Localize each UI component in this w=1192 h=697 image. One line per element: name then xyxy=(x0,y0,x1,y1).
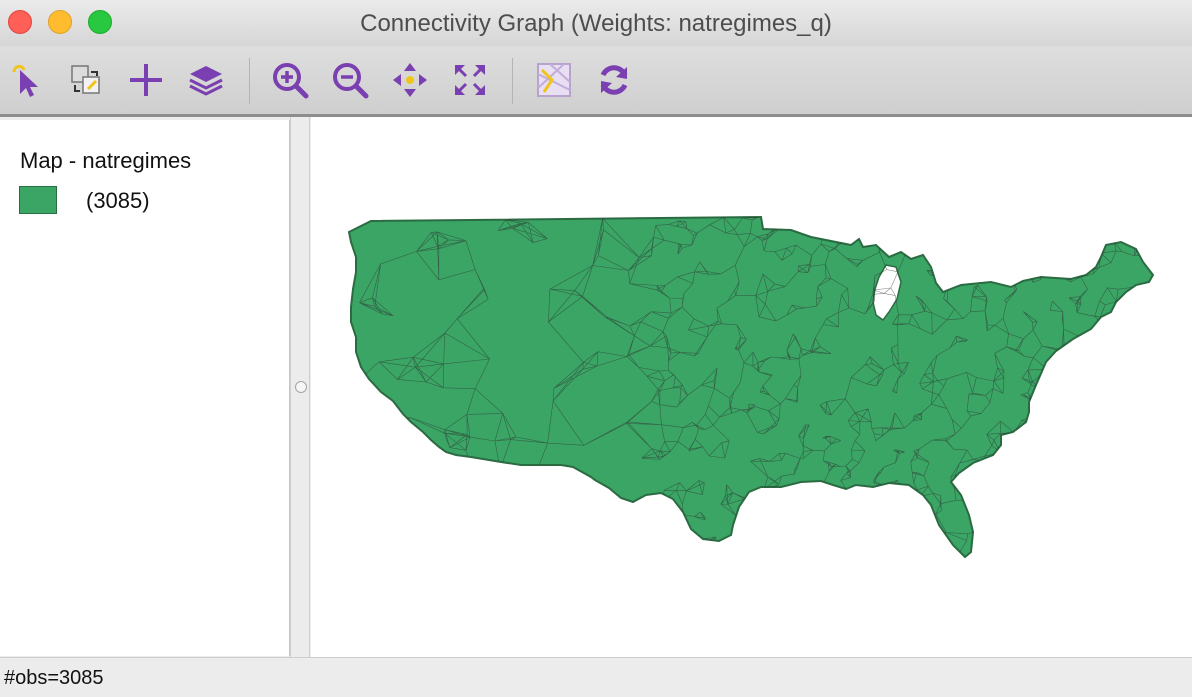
layers-button[interactable] xyxy=(184,58,228,102)
title-bar: Connectivity Graph (Weights: natregimes_… xyxy=(0,0,1192,46)
window-title: Connectivity Graph (Weights: natregimes_… xyxy=(360,10,832,37)
legend-panel: Map - natregimes (3085) xyxy=(0,120,290,656)
layers-icon xyxy=(189,66,223,96)
toolbar xyxy=(0,46,1192,115)
selection-mode-button[interactable] xyxy=(64,58,108,102)
legend-item-label: (3085) xyxy=(86,188,150,213)
status-bar: #obs=3085 xyxy=(0,657,1192,697)
toolbar-separator xyxy=(512,58,513,104)
basemap-icon xyxy=(537,63,571,97)
zoom-out-button[interactable] xyxy=(328,58,372,102)
map-canvas[interactable] xyxy=(311,117,1192,657)
zoom-out-icon xyxy=(333,63,369,99)
full-extent-icon xyxy=(455,65,485,95)
legend-swatch[interactable] xyxy=(19,186,57,214)
basemap-button[interactable] xyxy=(532,58,576,102)
select-tool-button[interactable] xyxy=(6,58,50,102)
refresh-button[interactable] xyxy=(592,58,636,102)
legend-title: Map - natregimes xyxy=(20,148,192,173)
select-arrow-icon xyxy=(12,64,38,97)
obs-count: #obs=3085 xyxy=(4,667,104,689)
splitter-handle[interactable] xyxy=(295,381,307,393)
pan-button[interactable] xyxy=(388,58,432,102)
plus-icon xyxy=(130,64,162,96)
connectivity-map[interactable] xyxy=(311,117,1192,657)
toolbar-separator xyxy=(249,58,250,104)
us-counties-shape xyxy=(347,215,1155,559)
zoom-in-icon xyxy=(273,63,309,99)
panel-splitter[interactable] xyxy=(290,117,310,657)
selection-mode-icon xyxy=(71,65,100,94)
add-button[interactable] xyxy=(124,58,168,102)
full-extent-button[interactable] xyxy=(448,58,492,102)
pan-icon xyxy=(393,63,427,97)
zoom-in-button[interactable] xyxy=(268,58,312,102)
refresh-icon xyxy=(600,65,628,95)
